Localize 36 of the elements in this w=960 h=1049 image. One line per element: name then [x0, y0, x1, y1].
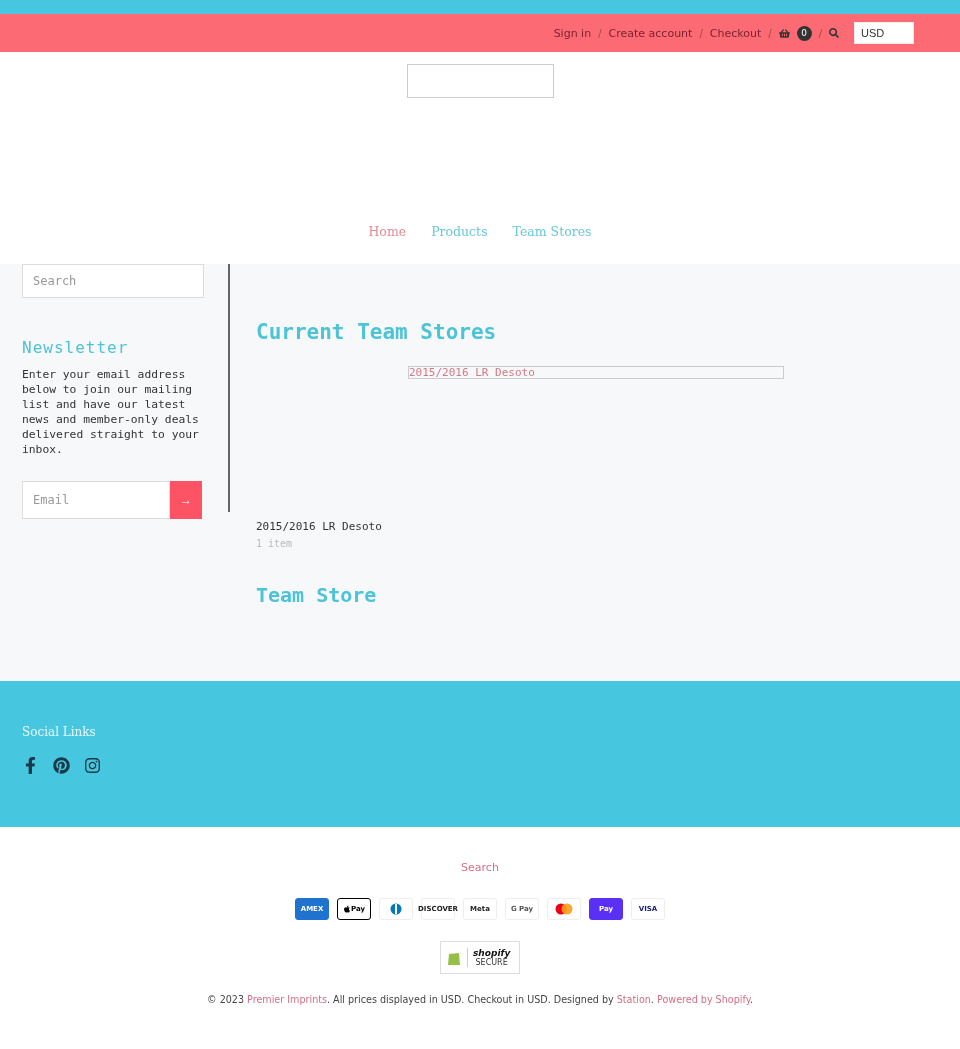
pinterest-icon[interactable] [53, 757, 70, 774]
search-icon[interactable] [829, 28, 839, 38]
footer-link[interactable]: Station [616, 994, 651, 1005]
search-field[interactable]: Search [22, 264, 204, 298]
header-link[interactable]: Checkout [709, 26, 762, 40]
header-link[interactable]: Sign in [553, 26, 592, 40]
footer-link[interactable]: Search [461, 861, 499, 874]
collection-title[interactable]: 2015/2016 LR Desoto [256, 520, 960, 533]
broken-image[interactable]: 2015/2016 LR Desoto [408, 366, 784, 379]
copyright-text: © 2023 Premier Imprints. All prices displayed in USD. Checkout in USD. Designed by Station. Powered by Shopify. [207, 994, 753, 1005]
payment-logo [547, 898, 581, 920]
instagram-icon[interactable] [84, 757, 101, 774]
nav-link[interactable]: Team Stores [512, 224, 592, 264]
badge-subtitle: SECURE [475, 958, 508, 967]
cart-count: 0 [796, 25, 812, 41]
footer-link[interactable]: Premier Imprints [247, 994, 327, 1005]
social-heading: Social Links [22, 725, 97, 739]
nav-link[interactable]: Home [368, 224, 407, 264]
nav-link[interactable]: Products [431, 224, 488, 264]
separator: / [598, 27, 602, 39]
payment-logo [379, 898, 413, 920]
separator: / [699, 27, 703, 39]
header-link[interactable]: Create account [608, 26, 693, 40]
email-field[interactable]: Email [22, 481, 170, 519]
separator: / [818, 27, 822, 39]
separator: / [768, 27, 772, 39]
submit-button[interactable]: → [170, 481, 202, 519]
badge-title: shopify [473, 948, 511, 958]
page-title: Current Team Stores [256, 320, 498, 344]
currency-select[interactable]: USD [854, 22, 914, 44]
item-count: 1 item [256, 538, 294, 549]
basket-icon[interactable] [778, 27, 790, 39]
newsletter-text: Enter your email address below to join our mailing list and have our latest news and member-only deals delivered straight to your inbox. [22, 367, 200, 457]
footer-link[interactable]: Powered by Shopify [656, 994, 750, 1005]
section-title: Team Store [256, 583, 378, 607]
newsletter-heading: Newsletter [22, 338, 130, 357]
